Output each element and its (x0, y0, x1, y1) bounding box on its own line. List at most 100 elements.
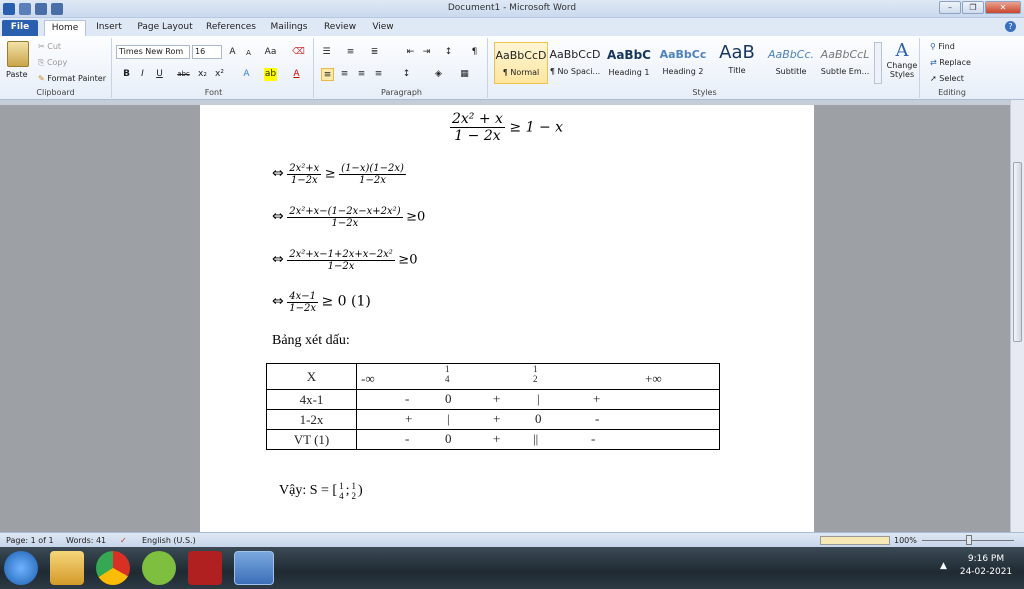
proofing-icon[interactable]: ✓ (120, 536, 127, 545)
paste-button[interactable]: Paste (6, 70, 28, 79)
chrome-icon[interactable] (96, 551, 130, 585)
style-title[interactable]: AaB Title (710, 42, 764, 84)
increase-indent-icon[interactable]: ⇥ (420, 46, 433, 59)
style-subtle-emphasis[interactable]: AaBbCcL Subtle Em... (818, 42, 872, 84)
ribbon-tabs: File Home Insert Page Layout References … (0, 18, 1024, 36)
select-button[interactable]: ➚ Select (930, 74, 964, 83)
word-taskbar-icon[interactable] (234, 551, 274, 585)
show-marks-icon[interactable]: ¶ (468, 46, 481, 59)
font-size-select[interactable]: 16 (192, 45, 222, 59)
replace-icon: ⇄ (930, 58, 937, 67)
clipboard-group: Paste ✂ Cut ⎘ Copy ✎ Format Painter Clip… (0, 38, 112, 98)
restore-button[interactable]: ❐ (962, 1, 984, 14)
change-styles-button[interactable]: A Change Styles (886, 40, 918, 86)
borders-icon[interactable]: ▦ (458, 68, 471, 81)
styles-group-label: Styles (692, 88, 717, 97)
tab-review[interactable]: Review (320, 20, 360, 36)
paragraph-group-label: Paragraph (381, 88, 422, 97)
tab-view[interactable]: View (366, 20, 400, 36)
file-explorer-icon[interactable] (50, 551, 84, 585)
vertical-scrollbar[interactable] (1010, 100, 1024, 532)
page-count[interactable]: Page: 1 of 1 (6, 536, 54, 545)
paste-icon[interactable] (7, 41, 29, 67)
equation-step-2: ⇔ 2x²+x−(1−2x−x+2x²) 1−2x ≥0 (272, 206, 426, 229)
help-icon[interactable]: ? (1005, 21, 1016, 32)
highlight-icon[interactable]: ab (264, 68, 277, 81)
scroll-thumb[interactable] (1013, 162, 1022, 342)
tab-page-layout[interactable]: Page Layout (136, 20, 194, 36)
minimize-button[interactable]: – (939, 1, 961, 14)
text-effects-icon[interactable]: A (240, 68, 253, 81)
multilevel-list-icon[interactable]: ≣ (368, 46, 381, 59)
sort-icon[interactable]: ↕ (442, 46, 455, 59)
solution-set: Vậy: S = [1 4; 1 2) (279, 481, 363, 501)
font-family-select[interactable]: Times New Rom (116, 45, 190, 59)
equation-step-3: ⇔ 2x²+x−1+2x+x−2x² 1−2x ≥0 (272, 249, 418, 272)
font-group-label: Font (204, 88, 223, 97)
align-right-icon[interactable]: ≡ (355, 68, 368, 81)
cursor-icon: ➚ (930, 74, 937, 83)
tab-insert[interactable]: Insert (90, 20, 128, 36)
document-page[interactable]: 2x² + x1 − 2x ≥ 1 − x ⇔ 2x²+x 1−2x ≥ (1−x… (200, 105, 814, 532)
app-icon[interactable] (142, 551, 176, 585)
scissors-icon: ✂ (38, 42, 45, 51)
tab-home[interactable]: Home (44, 20, 86, 36)
close-button[interactable]: ✕ (985, 1, 1021, 14)
superscript-icon[interactable]: x² (213, 68, 226, 81)
style-normal[interactable]: AaBbCcD ¶ Normal (494, 42, 548, 84)
style-subtitle[interactable]: AaBbCc. Subtitle (764, 42, 818, 84)
table-row: 1-2x + | + 0 - (266, 409, 720, 430)
bullets-icon[interactable]: ☰ (320, 46, 333, 59)
tab-mailings[interactable]: Mailings (266, 20, 312, 36)
iff-symbol: ⇔ (272, 208, 284, 225)
table-row: 4x-1 - 0 + | + (266, 389, 720, 410)
font-color-icon[interactable]: A (290, 68, 303, 81)
styles-group: AaBbCcD ¶ Normal AaBbCcD ¶ No Spaci... AaB… (490, 38, 920, 98)
align-left-icon[interactable]: ≡ (321, 68, 334, 81)
shrink-font-icon[interactable]: A (242, 47, 255, 60)
tick-half: 12 (533, 364, 538, 384)
tab-file[interactable]: File (2, 20, 38, 36)
clear-formatting-icon[interactable]: ⌫ (292, 46, 305, 59)
grow-font-icon[interactable]: A (226, 46, 239, 59)
zoom-level[interactable]: 100% (894, 536, 917, 545)
game-app-icon[interactable] (188, 551, 222, 585)
underline-icon[interactable]: U (153, 68, 166, 81)
italic-icon[interactable]: I (136, 68, 149, 81)
bold-icon[interactable]: B (120, 68, 133, 81)
shading-icon[interactable]: ◈ (432, 68, 445, 81)
word-count[interactable]: Words: 41 (66, 536, 106, 545)
justify-icon[interactable]: ≡ (372, 68, 385, 81)
ribbon: Paste ✂ Cut ⎘ Copy ✎ Format Painter Clip… (0, 36, 1024, 100)
start-button[interactable] (4, 551, 38, 585)
view-buttons[interactable] (820, 536, 890, 545)
format-painter-button[interactable]: ✎ Format Painter (38, 74, 106, 83)
find-button[interactable]: ⚲ Find (930, 42, 955, 51)
cut-button[interactable]: ✂ Cut (38, 42, 61, 51)
decrease-indent-icon[interactable]: ⇤ (404, 46, 417, 59)
strikethrough-icon[interactable]: abc (177, 68, 190, 81)
zoom-slider-thumb[interactable] (966, 535, 972, 545)
clock[interactable]: 9:16 PM 24-02-2021 (958, 553, 1014, 579)
style-heading-2[interactable]: AaBbCc Heading 2 (656, 42, 710, 84)
copy-button[interactable]: ⎘ Copy (38, 58, 67, 68)
sign-table: X -∞ 14 12 +∞ 4x-1 - 0 + | + 1-2x + | + … (266, 363, 720, 450)
font-group: Times New Rom 16 A A Aa ⌫ B I U abc x₂ x… (114, 38, 314, 98)
style-no-spacing[interactable]: AaBbCcD ¶ No Spaci... (548, 42, 602, 84)
align-center-icon[interactable]: ≡ (338, 68, 351, 81)
equation-step-4: ⇔ 4x−1 1−2x ≥ 0 (1) (272, 291, 371, 314)
tray-arrow-icon[interactable]: ▲ (940, 561, 947, 571)
tick-quarter: 14 (445, 364, 450, 384)
status-bar: Page: 1 of 1 Words: 41 ✓ English (U.S.) … (0, 532, 1024, 547)
subscript-icon[interactable]: x₂ (196, 68, 209, 81)
language-indicator[interactable]: English (U.S.) (142, 536, 196, 545)
styles-scroll[interactable] (874, 42, 882, 84)
tab-references[interactable]: References (202, 20, 260, 36)
change-case-icon[interactable]: Aa (264, 46, 277, 59)
paragraph-group: ☰ ≡ ≣ ⇤ ⇥ ↕ ¶ ≡ ≡ ≡ ≡ ↕ ◈ ▦ Paragraph (316, 38, 488, 98)
numbering-icon[interactable]: ≡ (344, 46, 357, 59)
line-spacing-icon[interactable]: ↕ (400, 68, 413, 81)
style-heading-1[interactable]: AaBbC Heading 1 (602, 42, 656, 84)
iff-symbol: ⇔ (272, 165, 284, 182)
replace-button[interactable]: ⇄ Replace (930, 58, 971, 67)
